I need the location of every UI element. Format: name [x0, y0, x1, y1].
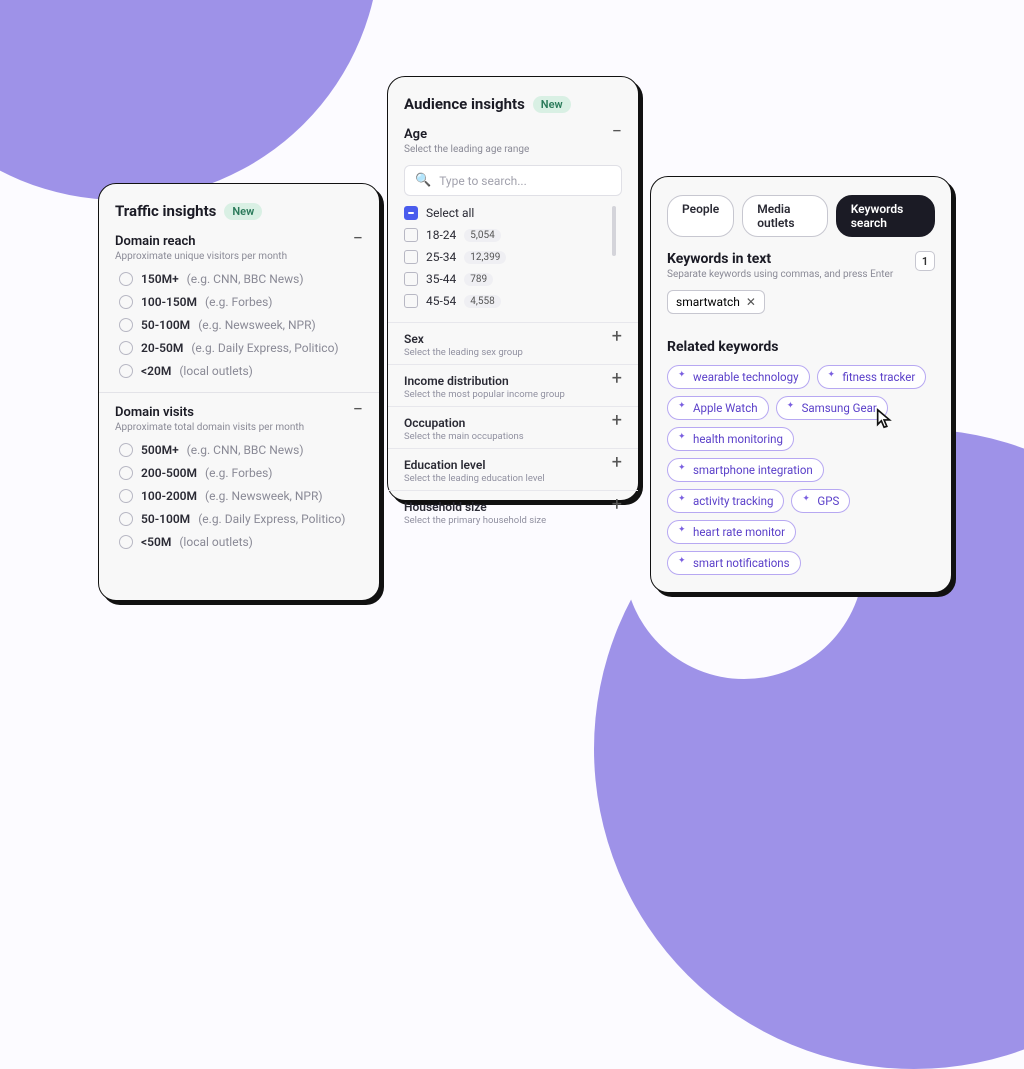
- collapse-icon[interactable]: −: [612, 127, 622, 137]
- sparkle-icon: [678, 558, 688, 568]
- collapsed-sections: SexSelect the leading sex group+ Income …: [388, 322, 638, 532]
- collapsed-section[interactable]: OccupationSelect the main occupations+: [388, 406, 638, 448]
- radio-option[interactable]: 20-50M (e.g. Daily Express, Politico): [119, 341, 363, 355]
- sparkle-icon: [678, 465, 688, 475]
- radio-option[interactable]: <50M (local outlets): [119, 535, 363, 549]
- keyword-chip[interactable]: wearable technology: [667, 365, 810, 389]
- radio-option[interactable]: 200-500M (e.g. Forbes): [119, 466, 363, 480]
- sparkle-icon: [678, 403, 688, 413]
- age-option[interactable]: 45-544,558: [404, 294, 616, 308]
- card-header: Audience insights New: [404, 95, 622, 113]
- keywords-count-badge: 1: [915, 251, 935, 271]
- age-section: Age Select the leading age range − 🔍 Typ…: [404, 127, 622, 308]
- radio-option[interactable]: <20M (local outlets): [119, 364, 363, 378]
- tab-people[interactable]: People: [667, 195, 734, 237]
- keyword-chip[interactable]: GPS: [791, 489, 850, 513]
- age-option[interactable]: 35-44789: [404, 272, 616, 286]
- audience-insights-card: Audience insights New Age Select the lea…: [387, 76, 639, 501]
- radio-option[interactable]: 150M+ (e.g. CNN, BBC News): [119, 272, 363, 286]
- collapsed-section[interactable]: Household sizeSelect the primary househo…: [388, 490, 638, 532]
- related-keywords-title: Related keywords: [667, 339, 935, 355]
- sparkle-icon: [678, 496, 688, 506]
- section-title: Age: [404, 127, 529, 142]
- tab-media[interactable]: Media outlets: [742, 195, 828, 237]
- card-title: Traffic insights: [115, 202, 216, 220]
- domain-visits-options: 500M+ (e.g. CNN, BBC News) 200-500M (e.g…: [115, 443, 363, 549]
- keyword-token[interactable]: smartwatch ✕: [667, 290, 765, 314]
- keywords-card: People Media outlets Keywords search Key…: [650, 176, 952, 593]
- new-badge: New: [533, 96, 571, 113]
- tab-keywords-search[interactable]: Keywords search: [836, 195, 935, 237]
- scrollbar[interactable]: [612, 206, 616, 256]
- domain-visits-section: Domain visits Approximate total domain v…: [115, 405, 363, 549]
- section-subtitle: Select the leading age range: [404, 144, 529, 155]
- keywords-in-text-panel: Keywords in text Separate keywords using…: [667, 251, 935, 321]
- checkbox-indeterminate[interactable]: [404, 206, 418, 220]
- age-option[interactable]: 25-3412,399: [404, 250, 616, 264]
- age-option[interactable]: 18-245,054: [404, 228, 616, 242]
- close-icon[interactable]: ✕: [746, 295, 756, 309]
- section-title: Domain reach: [115, 234, 287, 249]
- card-header: Traffic insights New: [115, 202, 363, 220]
- domain-reach-options: 150M+ (e.g. CNN, BBC News) 100-150M (e.g…: [115, 272, 363, 378]
- cursor-icon: [874, 408, 896, 430]
- keyword-chip[interactable]: smart notifications: [667, 551, 801, 575]
- radio-option[interactable]: 100-200M (e.g. Newsweek, NPR): [119, 489, 363, 503]
- divider: [99, 392, 379, 393]
- search-placeholder: Type to search...: [439, 174, 527, 188]
- collapse-icon[interactable]: −: [353, 405, 363, 415]
- keyword-chip[interactable]: activity tracking: [667, 489, 784, 513]
- bg-blob: [0, 0, 380, 200]
- keyword-chip[interactable]: Apple Watch: [667, 396, 769, 420]
- search-icon: 🔍: [415, 173, 431, 188]
- sparkle-icon: [828, 372, 838, 382]
- collapsed-section[interactable]: Income distributionSelect the most popul…: [388, 364, 638, 406]
- radio-option[interactable]: 100-150M (e.g. Forbes): [119, 295, 363, 309]
- sparkle-icon: [678, 527, 688, 537]
- expand-icon[interactable]: +: [612, 458, 622, 468]
- expand-icon[interactable]: +: [612, 416, 622, 426]
- related-keywords-chips: wearable technology fitness tracker Appl…: [667, 365, 935, 575]
- section-subtitle: Approximate unique visitors per month: [115, 251, 287, 262]
- keyword-chip[interactable]: health monitoring: [667, 427, 794, 451]
- collapsed-section[interactable]: Education levelSelect the leading educat…: [388, 448, 638, 490]
- sparkle-icon: [787, 403, 797, 413]
- select-all-row[interactable]: Select all: [404, 206, 616, 220]
- domain-reach-section: Domain reach Approximate unique visitors…: [115, 234, 363, 378]
- token-text: smartwatch: [676, 295, 740, 309]
- sparkle-icon: [678, 434, 688, 444]
- radio-option[interactable]: 50-100M (e.g. Daily Express, Politico): [119, 512, 363, 526]
- sparkle-icon: [678, 372, 688, 382]
- new-badge: New: [224, 203, 262, 220]
- keyword-chip[interactable]: heart rate monitor: [667, 520, 796, 544]
- keyword-chip[interactable]: fitness tracker: [817, 365, 927, 389]
- collapse-icon[interactable]: −: [353, 234, 363, 244]
- panel-title: Keywords in text: [667, 251, 893, 267]
- sparkle-icon: [802, 496, 812, 506]
- expand-icon[interactable]: +: [612, 332, 622, 342]
- age-options: Select all 18-245,054 25-3412,399 35-447…: [404, 206, 622, 308]
- section-subtitle: Approximate total domain visits per mont…: [115, 422, 304, 433]
- card-title: Audience insights: [404, 95, 525, 113]
- traffic-insights-card: Traffic insights New Domain reach Approx…: [98, 183, 380, 601]
- collapsed-section[interactable]: SexSelect the leading sex group+: [388, 322, 638, 364]
- expand-icon[interactable]: +: [612, 374, 622, 384]
- expand-icon[interactable]: +: [612, 500, 622, 510]
- tabs: People Media outlets Keywords search: [667, 195, 935, 237]
- section-title: Domain visits: [115, 405, 304, 420]
- radio-option[interactable]: 500M+ (e.g. CNN, BBC News): [119, 443, 363, 457]
- keyword-chip[interactable]: smartphone integration: [667, 458, 824, 482]
- panel-subtitle: Separate keywords using commas, and pres…: [667, 269, 893, 280]
- keyword-chip[interactable]: Samsung Gear: [776, 396, 888, 420]
- radio-option[interactable]: 50-100M (e.g. Newsweek, NPR): [119, 318, 363, 332]
- search-input[interactable]: 🔍 Type to search...: [404, 165, 622, 196]
